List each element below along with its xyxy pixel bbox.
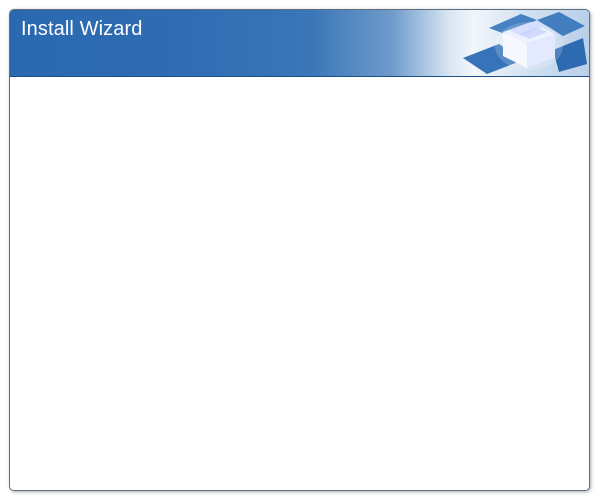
wizard-header-banner: Install Wizard (10, 10, 589, 77)
window-title: Install Wizard (21, 18, 143, 40)
open-box-icon (463, 12, 587, 74)
wizard-content-area (10, 77, 589, 490)
install-wizard-window: Install Wizard (9, 9, 590, 491)
